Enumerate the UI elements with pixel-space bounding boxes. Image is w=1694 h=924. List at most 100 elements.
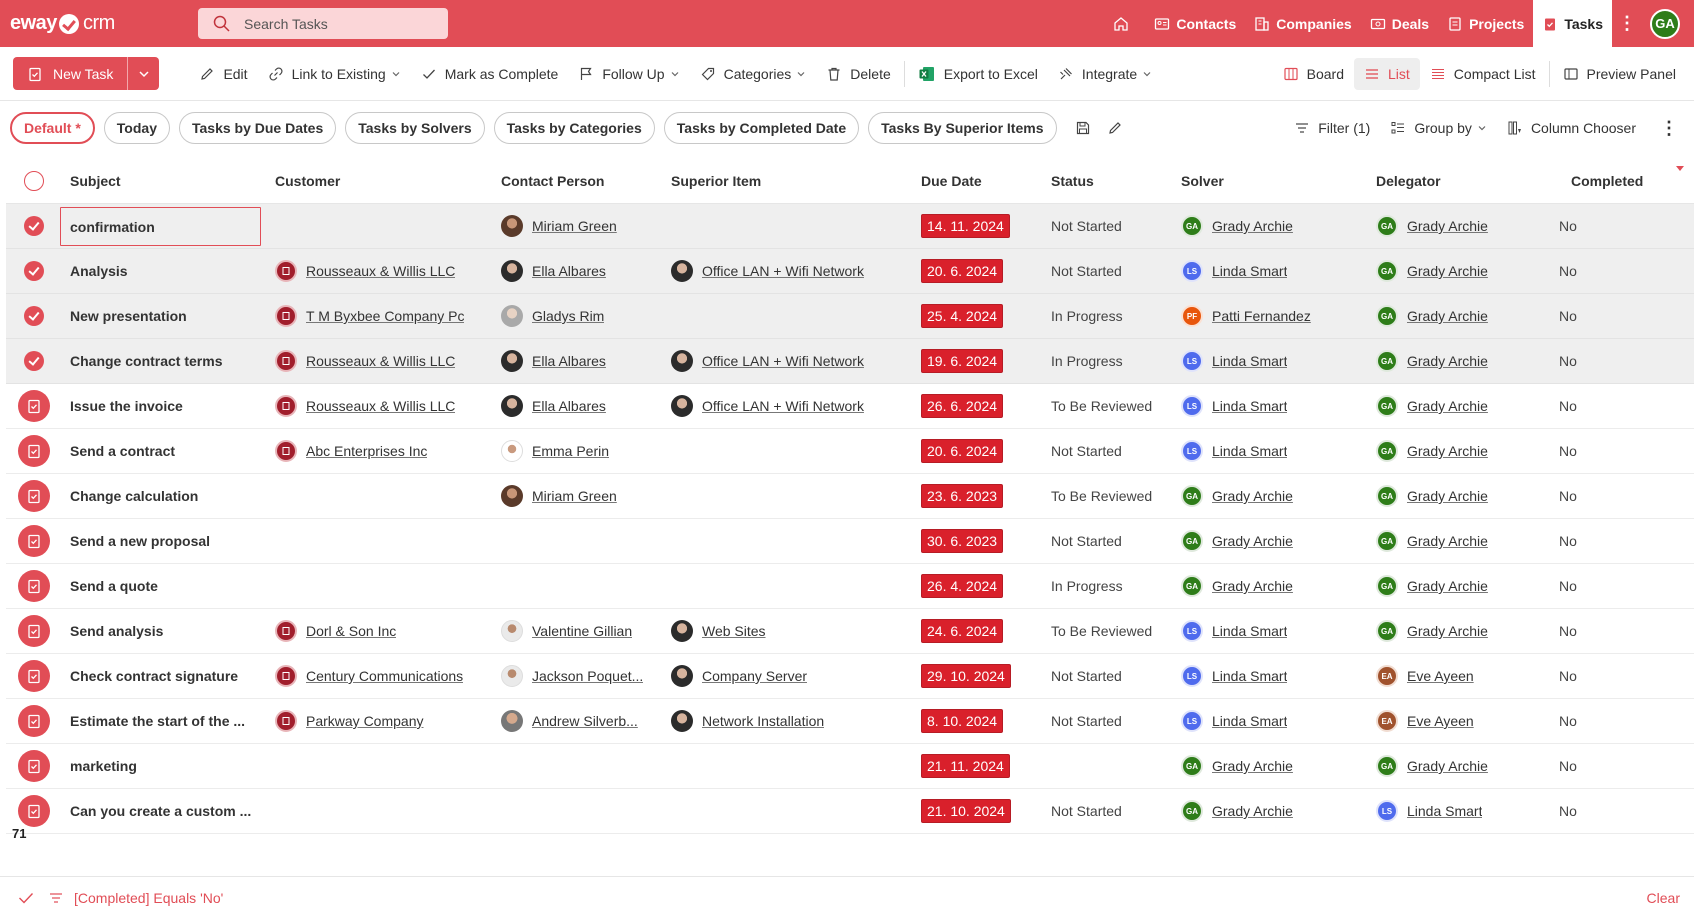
- solver-link[interactable]: Linda Smart: [1212, 623, 1287, 639]
- delegator-link[interactable]: Linda Smart: [1407, 803, 1482, 819]
- subject-cell[interactable]: Analysis: [58, 249, 263, 293]
- delegator-link[interactable]: Eve Ayeen: [1407, 713, 1474, 729]
- integrate-button[interactable]: Integrate: [1048, 58, 1162, 90]
- superior-item-link[interactable]: Company Server: [702, 668, 807, 684]
- table-row[interactable]: Send a new proposal 30. 6. 2023 Not Starte…: [6, 519, 1694, 564]
- preview-panel-button[interactable]: Preview Panel: [1553, 58, 1687, 90]
- subject-cell[interactable]: Send a quote: [58, 564, 263, 608]
- subject-cell[interactable]: Issue the invoice: [58, 384, 263, 428]
- row-selector[interactable]: [6, 384, 58, 428]
- group-by-button[interactable]: Group by: [1380, 120, 1497, 136]
- row-selector[interactable]: [6, 339, 58, 383]
- solver-link[interactable]: Grady Archie: [1212, 533, 1293, 549]
- customer-link[interactable]: Century Communications: [306, 668, 463, 684]
- column-header-solver[interactable]: Solver: [1169, 158, 1364, 203]
- solver-link[interactable]: Linda Smart: [1212, 353, 1287, 369]
- table-row[interactable]: Send a contract Abc Enterprises Inc Emma P…: [6, 429, 1694, 474]
- contact-link[interactable]: Miriam Green: [532, 218, 617, 234]
- superior-item-link[interactable]: Office LAN + Wifi Network: [702, 398, 864, 414]
- row-selector[interactable]: [6, 249, 58, 293]
- delegator-link[interactable]: Grady Archie: [1407, 308, 1488, 324]
- delegator-link[interactable]: Grady Archie: [1407, 758, 1488, 774]
- customer-link[interactable]: Rousseaux & Willis LLC: [306, 398, 455, 414]
- solver-link[interactable]: Grady Archie: [1212, 803, 1293, 819]
- table-row[interactable]: Send analysis Dorl & Son Inc Valentine Gil…: [6, 609, 1694, 654]
- column-header-delegator[interactable]: Delegator: [1364, 158, 1559, 203]
- column-header-due-date[interactable]: Due Date: [909, 158, 1039, 203]
- contact-link[interactable]: Jackson Poquet...: [532, 668, 643, 684]
- solver-link[interactable]: Linda Smart: [1212, 443, 1287, 459]
- delegator-link[interactable]: Grady Archie: [1407, 218, 1488, 234]
- delegator-link[interactable]: Grady Archie: [1407, 578, 1488, 594]
- view-pill-default[interactable]: Default *: [10, 112, 95, 144]
- new-task-button[interactable]: New Task: [13, 57, 128, 90]
- delegator-link[interactable]: Grady Archie: [1407, 623, 1488, 639]
- customer-link[interactable]: Dorl & Son Inc: [306, 623, 396, 639]
- view-list-button[interactable]: List: [1354, 57, 1420, 90]
- row-selector[interactable]: [6, 294, 58, 338]
- customer-link[interactable]: T M Byxbee Company Pc: [306, 308, 464, 324]
- categories-button[interactable]: Categories: [690, 58, 817, 90]
- column-header-superior[interactable]: Superior Item: [659, 158, 909, 203]
- view-compact-list-button[interactable]: Compact List: [1420, 58, 1546, 90]
- table-row[interactable]: Change calculation Miriam Green 23. 6. 202…: [6, 474, 1694, 519]
- grid-more-button[interactable]: ⋮: [1646, 118, 1694, 139]
- contact-link[interactable]: Gladys Rim: [532, 308, 604, 324]
- save-view-button[interactable]: [1067, 112, 1099, 144]
- subject-cell[interactable]: New presentation: [58, 294, 263, 338]
- contact-link[interactable]: Valentine Gillian: [532, 623, 632, 639]
- clear-filter-button[interactable]: Clear: [1647, 890, 1680, 906]
- solver-link[interactable]: Grady Archie: [1212, 488, 1293, 504]
- column-header-contact[interactable]: Contact Person: [489, 158, 659, 203]
- customer-link[interactable]: Rousseaux & Willis LLC: [306, 353, 455, 369]
- solver-link[interactable]: Patti Fernandez: [1212, 308, 1311, 324]
- view-board-button[interactable]: Board: [1273, 58, 1354, 90]
- new-task-dropdown-button[interactable]: [127, 57, 160, 90]
- row-selector[interactable]: [6, 204, 58, 248]
- delete-button[interactable]: Delete: [816, 58, 900, 90]
- table-row[interactable]: Analysis Rousseaux & Willis LLC Ella Albar…: [6, 249, 1694, 294]
- row-selector[interactable]: [6, 744, 58, 788]
- home-button[interactable]: [1103, 0, 1145, 47]
- customer-link[interactable]: Abc Enterprises Inc: [306, 443, 427, 459]
- column-header-subject[interactable]: Subject: [58, 158, 263, 203]
- contact-link[interactable]: Ella Albares: [532, 353, 606, 369]
- row-selector[interactable]: [6, 699, 58, 743]
- superior-item-link[interactable]: Network Installation: [702, 713, 824, 729]
- contact-link[interactable]: Ella Albares: [532, 398, 606, 414]
- nav-contacts[interactable]: Contacts: [1145, 0, 1245, 47]
- edit-button[interactable]: Edit: [189, 58, 257, 90]
- contact-link[interactable]: Ella Albares: [532, 263, 606, 279]
- mark-complete-button[interactable]: Mark as Complete: [411, 58, 569, 90]
- search-box[interactable]: [198, 8, 448, 39]
- search-input[interactable]: [244, 15, 434, 32]
- more-menu-button[interactable]: ⋮: [1612, 0, 1642, 47]
- solver-link[interactable]: Grady Archie: [1212, 218, 1293, 234]
- eway-crm-logo[interactable]: eway crm: [10, 9, 120, 39]
- column-header-status[interactable]: Status: [1039, 158, 1169, 203]
- follow-up-button[interactable]: Follow Up: [568, 58, 689, 90]
- table-row[interactable]: marketing 21. 11. 2024 GA Grady Archie GA Gra…: [6, 744, 1694, 789]
- solver-link[interactable]: Linda Smart: [1212, 668, 1287, 684]
- table-row[interactable]: Send a quote 26. 4. 2024 In Progress GA Grad…: [6, 564, 1694, 609]
- view-pill-superior-items[interactable]: Tasks By Superior Items: [868, 112, 1057, 144]
- subject-cell[interactable]: Send analysis: [58, 609, 263, 653]
- superior-item-link[interactable]: Office LAN + Wifi Network: [702, 353, 864, 369]
- solver-link[interactable]: Grady Archie: [1212, 578, 1293, 594]
- customer-link[interactable]: Parkway Company: [306, 713, 424, 729]
- export-excel-button[interactable]: Export to Excel: [908, 58, 1048, 90]
- superior-item-link[interactable]: Web Sites: [702, 623, 766, 639]
- subject-cell[interactable]: Can you create a custom ...: [58, 789, 263, 833]
- nav-projects[interactable]: Projects: [1438, 0, 1533, 47]
- solver-link[interactable]: Grady Archie: [1212, 758, 1293, 774]
- delegator-link[interactable]: Grady Archie: [1407, 488, 1488, 504]
- subject-cell[interactable]: Send a contract: [58, 429, 263, 473]
- table-row[interactable]: confirmation Miriam Green 14. 11. 2024 Not …: [6, 204, 1694, 249]
- column-header-customer[interactable]: Customer: [263, 158, 489, 203]
- view-pill-today[interactable]: Today: [103, 112, 170, 144]
- user-avatar[interactable]: GA: [1650, 8, 1680, 39]
- table-row[interactable]: Check contract signature Century Communic…: [6, 654, 1694, 699]
- link-existing-button[interactable]: Link to Existing: [258, 58, 411, 90]
- subject-cell[interactable]: Estimate the start of the ...: [58, 699, 263, 743]
- contact-link[interactable]: Emma Perin: [532, 443, 609, 459]
